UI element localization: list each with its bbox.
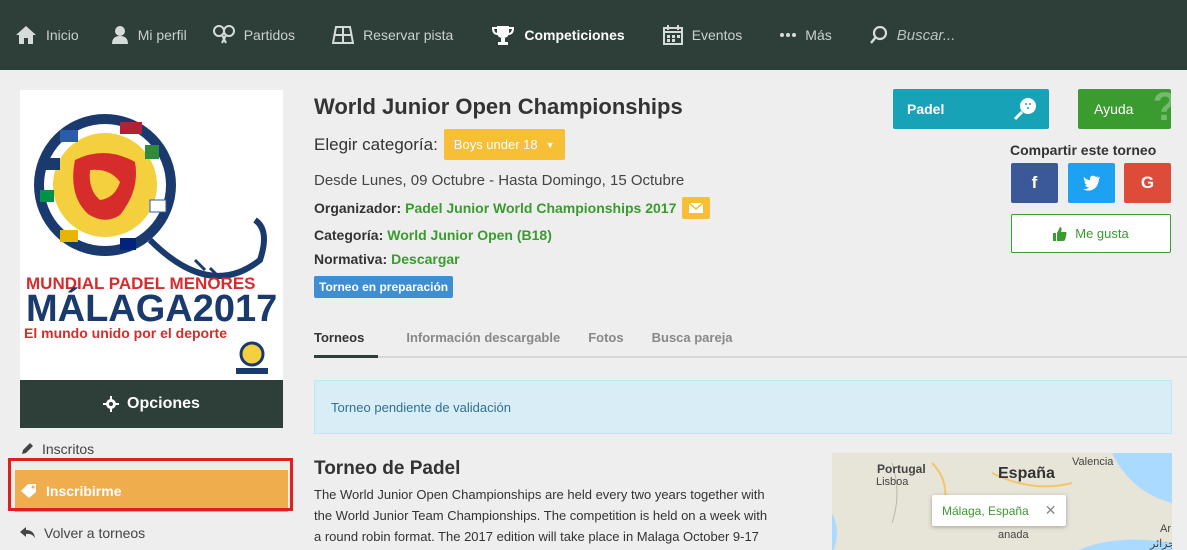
- nav-item-inicio[interactable]: Inicio: [15, 0, 79, 70]
- sidebar-link-label: Inscribirme: [46, 483, 122, 499]
- reply-icon: [20, 527, 36, 539]
- tournament-logo: MUNDIAL PADEL MENORES MÁLAGA2017 El mund…: [20, 90, 283, 380]
- nav-item-mas[interactable]: Más: [780, 0, 832, 70]
- map-popup-label: Málaga, España: [942, 503, 1029, 518]
- rules-download-link[interactable]: Descargar: [391, 251, 460, 267]
- map-info-window: Málaga, España ✕: [932, 495, 1067, 526]
- question-icon: ?: [1153, 89, 1171, 129]
- map-label-espana: España: [998, 465, 1055, 482]
- nav-label-inicio: Inicio: [46, 27, 79, 43]
- like-button[interactable]: Me gusta: [1011, 214, 1171, 253]
- help-label: Ayuda: [1094, 101, 1134, 117]
- tag-icon: [20, 483, 38, 499]
- logo-text-line3: El mundo unido por el deporte: [24, 325, 227, 341]
- envelope-icon: [689, 203, 704, 213]
- category-dropdown[interactable]: Boys under 18 ▼: [443, 129, 565, 160]
- map-label-valencia: Valencia: [1072, 456, 1114, 468]
- map-label-lisboa: Lisboa: [876, 476, 909, 488]
- category-selected-value: Boys under 18: [453, 137, 538, 152]
- sidebar-link-inscritos[interactable]: Inscritos: [20, 428, 283, 470]
- gear-icon: [103, 396, 120, 412]
- search-input[interactable]: Buscar...: [869, 0, 956, 70]
- description-line: The World Junior Open Championships are …: [314, 487, 765, 502]
- section-description: The World Junior Open Championships are …: [314, 484, 814, 547]
- google-icon: G: [1140, 173, 1155, 192]
- category-link[interactable]: World Junior Open (B18): [387, 227, 552, 243]
- padel-sport-button[interactable]: Padel: [893, 89, 1049, 129]
- map-label-ar: Ar: [1160, 523, 1171, 535]
- map-label-algeria: الجزائر: [1150, 538, 1172, 550]
- nav-item-partidos[interactable]: Partidos: [212, 0, 296, 70]
- sidebar-link-label: Inscritos: [42, 441, 95, 457]
- close-icon[interactable]: ✕: [1045, 502, 1057, 519]
- small-logo-icon: [236, 341, 268, 374]
- caret-down-icon: ▼: [545, 139, 555, 150]
- email-organizer-button[interactable]: [682, 197, 711, 219]
- calendar-icon: [662, 25, 683, 45]
- nav-item-eventos[interactable]: Eventos: [662, 0, 743, 70]
- nav-label-mas: Más: [805, 27, 832, 43]
- top-nav: Inicio Mi perfil Partidos Reservar pista…: [0, 0, 1187, 70]
- like-label: Me gusta: [1075, 226, 1129, 241]
- map-label-portugal: Portugal: [877, 462, 926, 476]
- nav-label-competiciones: Competiciones: [524, 27, 625, 43]
- status-badge: Torneo en preparación: [314, 276, 454, 298]
- facebook-icon: f: [1031, 173, 1038, 192]
- nav-item-reservar-pista[interactable]: Reservar pista: [332, 0, 453, 70]
- section-title: Torneo de Padel: [314, 458, 461, 479]
- sidebar-link-inscribirme[interactable]: Inscribirme: [15, 470, 288, 512]
- tab-torneos[interactable]: Torneos: [314, 324, 379, 358]
- user-icon: [111, 25, 129, 45]
- share-label: Compartir este torneo: [1010, 142, 1157, 158]
- validation-alert: Torneo pendiente de validación: [314, 380, 1172, 434]
- description-line: the World Junior Team Championships. The…: [314, 508, 768, 523]
- google-share-button[interactable]: G: [1124, 163, 1171, 203]
- sidebar: MUNDIAL PADEL MENORES MÁLAGA2017 El mund…: [15, 90, 288, 550]
- thumbs-up-icon: [1053, 226, 1067, 241]
- sidebar-link-label: Volver a torneos: [44, 525, 146, 541]
- search-placeholder: Buscar...: [896, 26, 956, 44]
- trophy-icon: [491, 24, 515, 46]
- rackets-icon: [212, 25, 235, 45]
- tab-fotos[interactable]: Fotos: [588, 324, 623, 356]
- nav-label-reservar-pista: Reservar pista: [363, 27, 454, 43]
- sidebar-link-volver[interactable]: Volver a torneos: [20, 512, 283, 550]
- nav-item-competiciones[interactable]: Competiciones: [491, 0, 625, 70]
- page-title: World Junior Open Championships: [314, 94, 683, 119]
- home-icon: [15, 25, 37, 45]
- nav-label-mi-perfil: Mi perfil: [137, 27, 187, 43]
- organizer-label: Organizador:: [314, 200, 402, 216]
- options-header: Opciones: [20, 380, 283, 428]
- rules-line: Normativa: Descargar: [314, 251, 1187, 267]
- twitter-icon: [1082, 175, 1100, 191]
- location-map[interactable]: Portugal Lisboa España Valencia Ar الجزا…: [832, 453, 1172, 550]
- help-button[interactable]: Ayuda ?: [1078, 89, 1171, 129]
- twitter-share-button[interactable]: [1068, 163, 1115, 203]
- padel-racket-icon: [1013, 97, 1037, 124]
- pencil-icon: [20, 442, 34, 456]
- tab-busca-pareja[interactable]: Busca pareja: [652, 324, 733, 356]
- nav-label-eventos: Eventos: [691, 27, 743, 43]
- rules-label: Normativa:: [314, 251, 388, 267]
- map-label-granada: anada: [998, 529, 1029, 541]
- tab-informacion-descargable[interactable]: Información descargable: [406, 324, 560, 356]
- court-icon: [332, 26, 355, 44]
- nav-item-mi-perfil[interactable]: Mi perfil: [111, 0, 187, 70]
- tab-bar: Torneos Información descargable Fotos Bu…: [314, 324, 1187, 358]
- nav-label-partidos: Partidos: [243, 27, 296, 43]
- padel-label: Padel: [907, 101, 945, 117]
- search-icon: [869, 26, 888, 44]
- category-label: Elegir categoría:: [314, 134, 438, 154]
- dots-icon: [780, 32, 797, 38]
- organizer-link[interactable]: Padel Junior World Championships 2017: [405, 200, 676, 216]
- facebook-share-button[interactable]: f: [1011, 163, 1058, 203]
- options-label: Opciones: [127, 395, 200, 412]
- category-field-label: Categoría:: [314, 227, 384, 243]
- description-line: a round robin format. The 2017 edition w…: [314, 529, 759, 544]
